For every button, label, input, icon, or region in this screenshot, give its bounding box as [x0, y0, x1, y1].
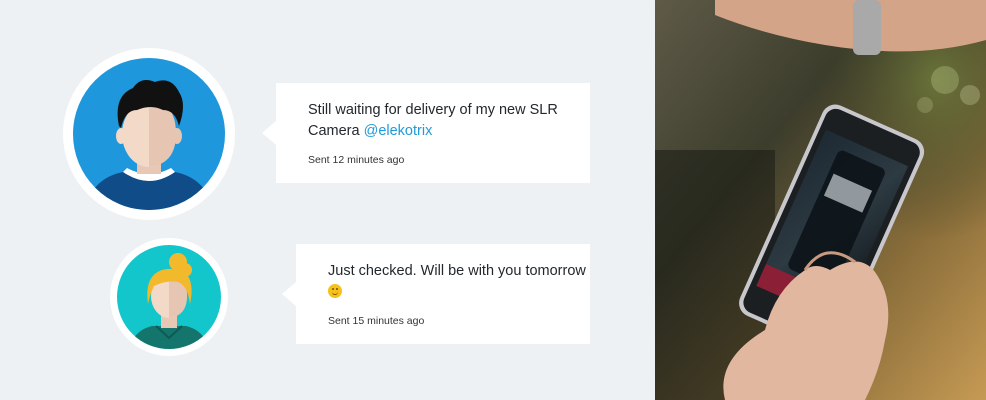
message-body: Still waiting for delivery of my new SLR…	[308, 102, 558, 139]
phone-photo	[655, 0, 986, 400]
message-body: Just checked. Will be with you tomorrow	[328, 263, 586, 279]
message-bubble-2: Just checked. Will be with you tomorrow …	[282, 244, 590, 344]
chat-panel: Still waiting for delivery of my new SLR…	[0, 0, 655, 400]
message-timestamp: Sent 15 minutes ago	[328, 315, 425, 327]
smile-emoji-icon	[328, 284, 342, 298]
message-text: Just checked. Will be with you tomorrow	[328, 261, 590, 303]
male-avatar-icon	[63, 48, 235, 220]
female-avatar-icon	[110, 238, 228, 356]
message-bubble-1: Still waiting for delivery of my new SLR…	[262, 83, 590, 183]
mention-link[interactable]: @elekotrix	[364, 123, 433, 139]
message-timestamp: Sent 12 minutes ago	[308, 154, 405, 166]
message-text: Still waiting for delivery of my new SLR…	[308, 100, 590, 142]
